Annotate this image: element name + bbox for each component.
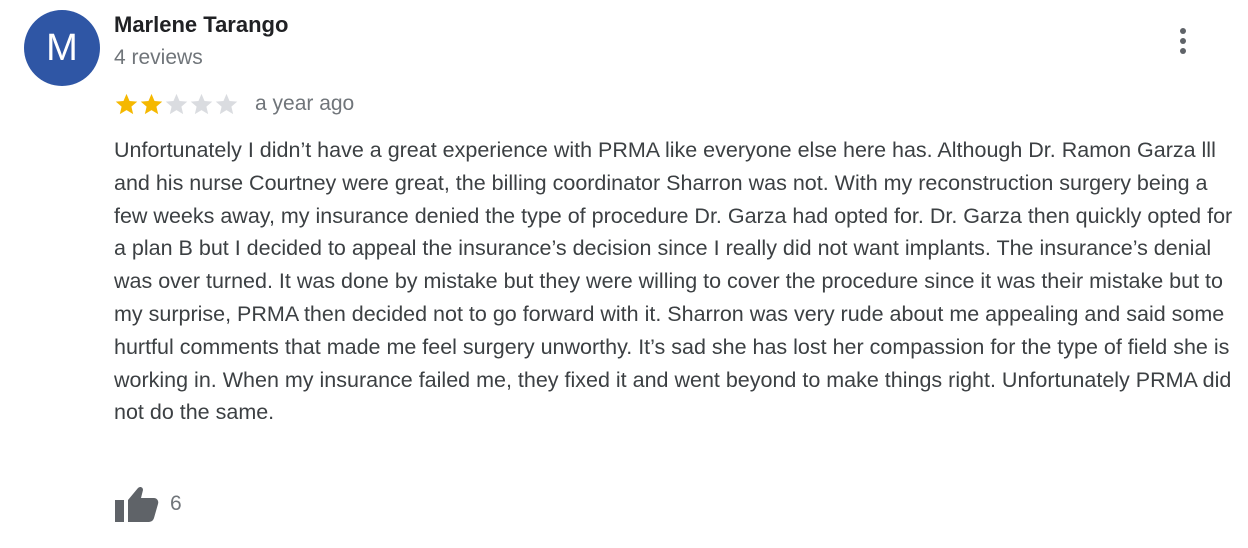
- star-rating: [114, 92, 239, 117]
- reviewer-review-count: 4 reviews: [114, 46, 203, 69]
- more-options-button[interactable]: [1168, 24, 1198, 58]
- more-vert-icon-dot: [1180, 38, 1186, 44]
- rating-row: a year ago: [114, 89, 354, 119]
- star-icon: [140, 93, 163, 114]
- review-time: a year ago: [255, 92, 355, 115]
- more-vert-icon: [1180, 28, 1186, 34]
- star-icon: [215, 93, 238, 114]
- star-icon: [115, 93, 138, 114]
- star-icon: [165, 93, 188, 114]
- avatar-letter: M: [46, 26, 78, 69]
- more-vert-icon-dot: [1180, 48, 1186, 54]
- reviewer-name[interactable]: Marlene Tarango: [114, 12, 288, 38]
- like-button[interactable]: 6: [114, 484, 182, 524]
- review-text: Unfortunately I didn’t have a great expe…: [114, 138, 1233, 425]
- like-count: 6: [170, 492, 182, 515]
- avatar[interactable]: M: [24, 10, 100, 86]
- star-icon: [190, 93, 213, 114]
- thumbs-up-icon: [115, 486, 159, 522]
